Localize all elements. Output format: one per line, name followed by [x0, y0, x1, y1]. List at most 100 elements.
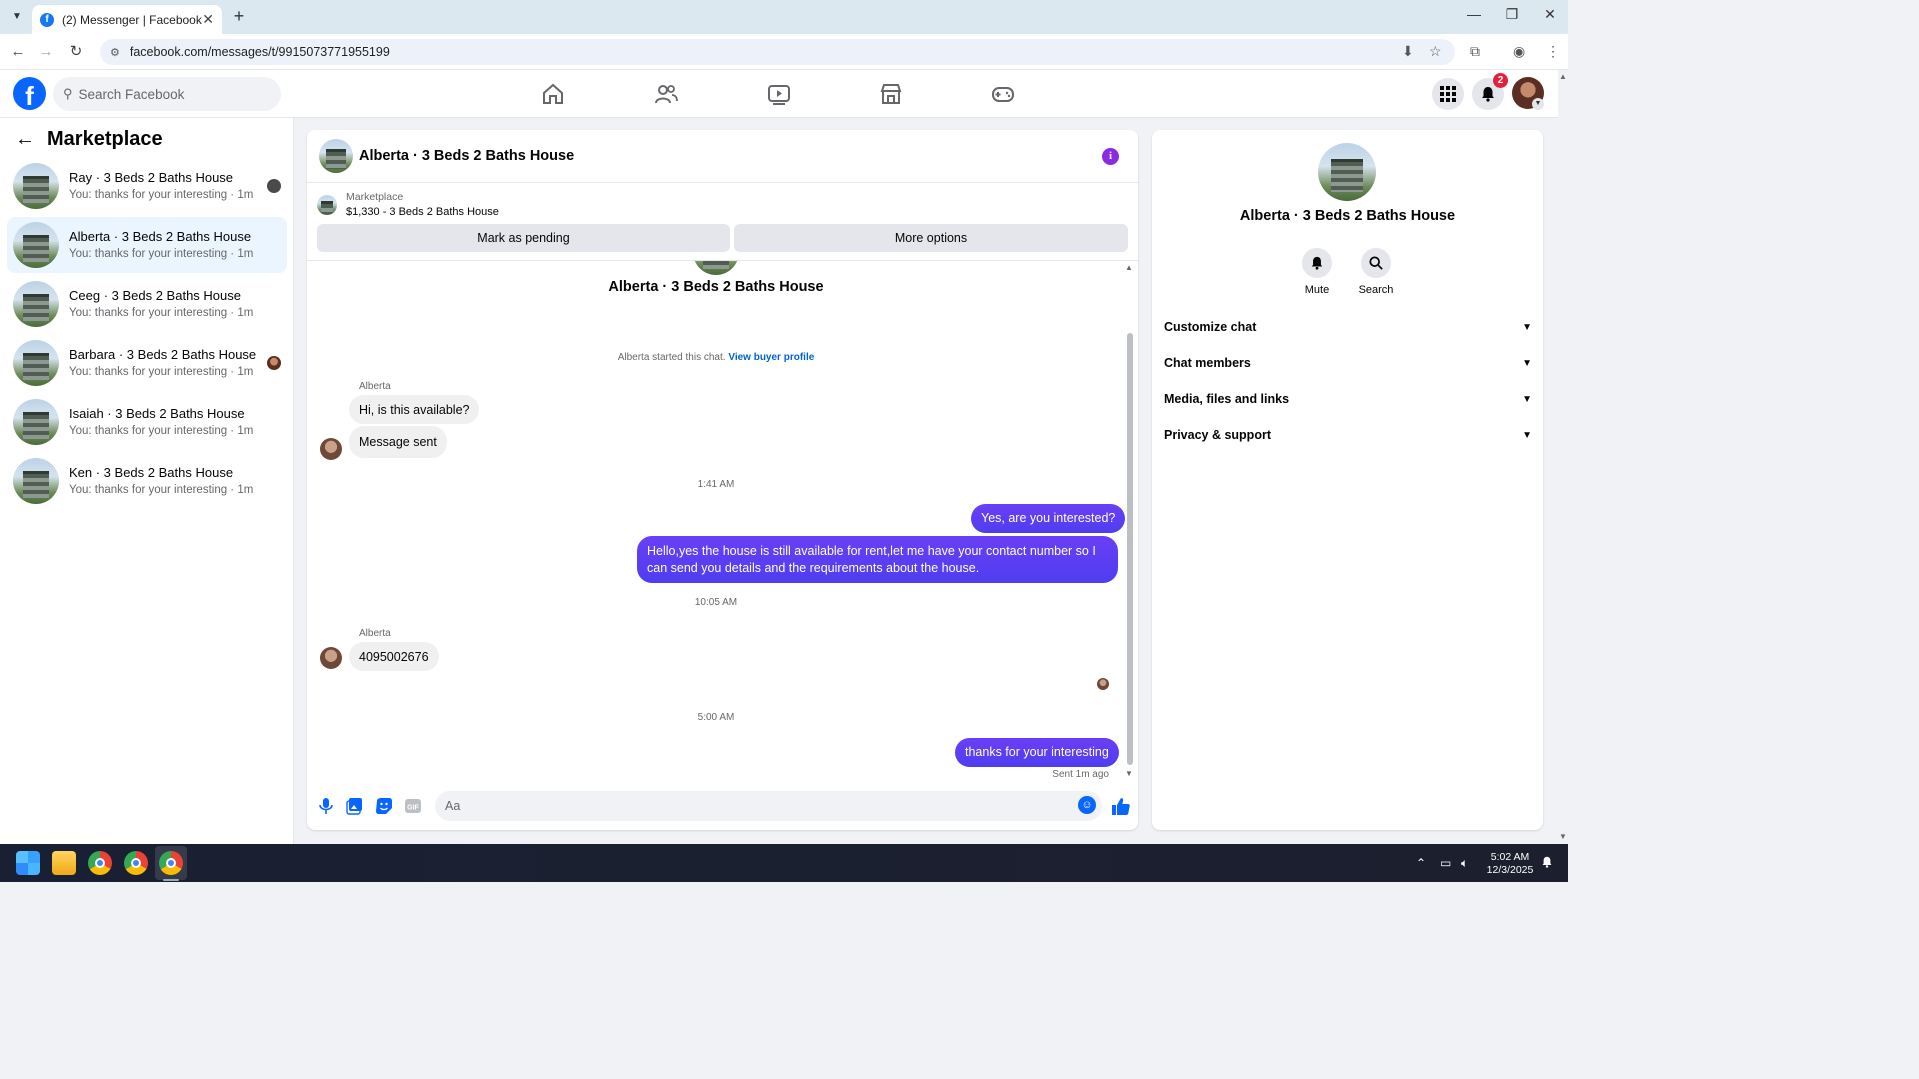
outgoing-message[interactable]: Yes, are you interested? [971, 504, 1126, 533]
friends-icon[interactable] [654, 82, 678, 106]
listing-avatar [13, 399, 59, 445]
profile-icon[interactable]: ◉ [1513, 43, 1525, 60]
conversation-item[interactable]: Ceeg · 3 Beds 2 Baths House You: thanks … [7, 276, 287, 332]
extensions-icon[interactable]: ⧉ [1470, 43, 1480, 60]
back-arrow-icon[interactable]: ← [15, 128, 35, 151]
conversation-name: Alberta · 3 Beds 2 Baths House [69, 229, 252, 244]
thread-scrollbar[interactable] [1127, 333, 1133, 765]
chrome-active-icon[interactable] [159, 851, 183, 875]
sender-avatar[interactable] [320, 438, 342, 460]
bookmark-star-icon[interactable]: ☆ [1429, 43, 1442, 60]
page-scrollbar[interactable]: ▲ ▼ [1558, 70, 1568, 844]
new-tab-button[interactable]: + [230, 6, 248, 26]
conversation-item-active[interactable]: Alberta · 3 Beds 2 Baths House You: than… [7, 217, 287, 273]
windows-taskbar: ⌃ ▭ 🔈︎ 5:02 AM 12/3/2025 [0, 844, 1568, 882]
incoming-message[interactable]: 4095002676 [349, 642, 439, 671]
show-hidden-icons-icon[interactable]: ⌃ [1416, 856, 1426, 870]
incoming-message[interactable]: Hi, is this available? [349, 395, 480, 424]
scroll-up-arrow-icon[interactable]: ▲ [1125, 263, 1133, 272]
clock-time: 5:02 AM [1490, 851, 1530, 863]
search-in-conversation-button[interactable]: Search [1351, 248, 1401, 296]
timestamp: 10:05 AM [694, 597, 738, 608]
search-input[interactable]: ⚲ Search Facebook [53, 77, 281, 111]
tab-search-button[interactable]: ▼ [8, 8, 26, 26]
emoji-icon[interactable]: ☺ [1078, 796, 1096, 814]
menu-grid-icon[interactable] [1432, 78, 1464, 110]
listing-avatar [13, 222, 59, 268]
sticker-icon[interactable] [375, 797, 393, 815]
account-chevron-down-icon[interactable]: ▼ [1532, 98, 1544, 110]
chrome-profile-icon[interactable] [88, 851, 112, 875]
photo-attach-icon[interactable] [346, 797, 364, 815]
mute-button[interactable]: Mute [1292, 248, 1342, 296]
incoming-message[interactable]: Message sent [349, 426, 447, 458]
conversation-item[interactable]: Ray · 3 Beds 2 Baths House You: thanks f… [7, 158, 287, 214]
reload-button[interactable]: ↻ [67, 43, 85, 61]
chat-members-section[interactable]: Chat members ▼ [1164, 348, 1532, 378]
sender-avatar[interactable] [320, 647, 342, 669]
conversation-item[interactable]: Isaiah · 3 Beds 2 Baths House You: thank… [7, 394, 287, 450]
more-options-button[interactable]: More options [734, 224, 1128, 252]
minimize-button[interactable]: — [1464, 6, 1484, 22]
close-window-button[interactable]: ✕ [1540, 6, 1560, 23]
tab-close-icon[interactable]: ✕ [202, 11, 214, 28]
view-buyer-profile-link[interactable]: View buyer profile [728, 352, 814, 363]
message-input[interactable]: Aa [435, 791, 1102, 821]
started-text: Alberta started this chat. [617, 352, 726, 363]
windows-start-icon[interactable] [16, 851, 40, 875]
chat-avatar[interactable] [319, 139, 353, 173]
conversation-item[interactable]: Barbara · 3 Beds 2 Baths House You: than… [7, 335, 287, 391]
listing-summary[interactable]: Marketplace $1,330 - 3 Beds 2 Baths Hous… [317, 190, 499, 220]
message-thread[interactable]: Alberta · 3 Beds 2 Baths House Alberta s… [307, 261, 1138, 783]
thread-intro-avatar [693, 261, 739, 275]
bell-icon [1302, 248, 1332, 278]
page-scroll-up-icon[interactable]: ▲ [1559, 72, 1567, 81]
forward-button[interactable]: → [37, 43, 55, 61]
file-explorer-icon[interactable] [52, 851, 76, 875]
gaming-icon[interactable] [991, 82, 1015, 106]
volume-icon[interactable]: 🔈︎ [1461, 856, 1468, 871]
sender-label: Alberta [359, 628, 391, 639]
video-icon[interactable] [767, 82, 791, 106]
media-files-links-section[interactable]: Media, files and links ▼ [1164, 384, 1532, 414]
microphone-icon[interactable] [317, 797, 335, 815]
chrome-profile-icon[interactable] [124, 851, 148, 875]
conversation-preview: You: thanks for your interesting · 1m [69, 425, 254, 437]
timestamp: 1:41 AM [697, 479, 735, 490]
facebook-logo-icon[interactable]: f [13, 77, 46, 110]
site-info-icon[interactable]: ⚙ [110, 46, 120, 59]
browser-tab[interactable]: f (2) Messenger | Facebook ✕ [32, 5, 222, 34]
chat-title[interactable]: Alberta · 3 Beds 2 Baths House [359, 148, 574, 164]
outgoing-message[interactable]: Hello,yes the house is still available f… [637, 536, 1118, 583]
install-app-icon[interactable]: ⬇ [1402, 43, 1414, 60]
gif-icon[interactable]: GIF [404, 797, 422, 815]
conversation-preview: You: thanks for your interesting · 1m [69, 484, 254, 496]
page-scroll-down-icon[interactable]: ▼ [1559, 832, 1567, 841]
home-icon[interactable] [541, 82, 565, 106]
details-avatar[interactable] [1318, 143, 1376, 201]
browser-menu-icon[interactable]: ⋮ [1546, 43, 1560, 60]
conversation-preview: You: thanks for your interesting · 1m [69, 248, 254, 260]
browser-tab-bar: ▼ f (2) Messenger | Facebook ✕ + — ❐ ✕ [0, 0, 1568, 34]
info-icon[interactable]: i [1102, 148, 1119, 165]
mute-label: Mute [1304, 284, 1330, 296]
conversation-preview: You: thanks for your interesting · 1m [69, 307, 254, 319]
back-button[interactable]: ← [9, 43, 27, 61]
conversation-name: Ken · 3 Beds 2 Baths House [69, 465, 234, 480]
timestamp: 5:00 AM [697, 712, 735, 723]
notification-center-bell-icon[interactable] [1541, 856, 1553, 871]
system-clock[interactable]: 5:02 AM 12/3/2025 [1480, 851, 1540, 877]
conversation-item[interactable]: Ken · 3 Beds 2 Baths House You: thanks f… [7, 453, 287, 509]
network-icon[interactable]: ▭ [1440, 856, 1451, 870]
outgoing-message[interactable]: thanks for your interesting [955, 738, 1119, 767]
thumbs-up-icon[interactable] [1111, 796, 1131, 816]
marketplace-icon[interactable] [879, 82, 903, 106]
address-bar[interactable]: ⚙ facebook.com/messages/t/99150737719551… [100, 39, 1455, 65]
scroll-down-arrow-icon[interactable]: ▼ [1125, 769, 1133, 778]
section-label: Chat members [1164, 356, 1251, 370]
mark-as-pending-button[interactable]: Mark as pending [317, 224, 730, 252]
message-composer: GIF Aa ☺ [307, 785, 1138, 830]
privacy-support-section[interactable]: Privacy & support ▼ [1164, 420, 1532, 450]
customize-chat-section[interactable]: Customize chat ▼ [1164, 312, 1532, 342]
restore-button[interactable]: ❐ [1502, 6, 1522, 23]
